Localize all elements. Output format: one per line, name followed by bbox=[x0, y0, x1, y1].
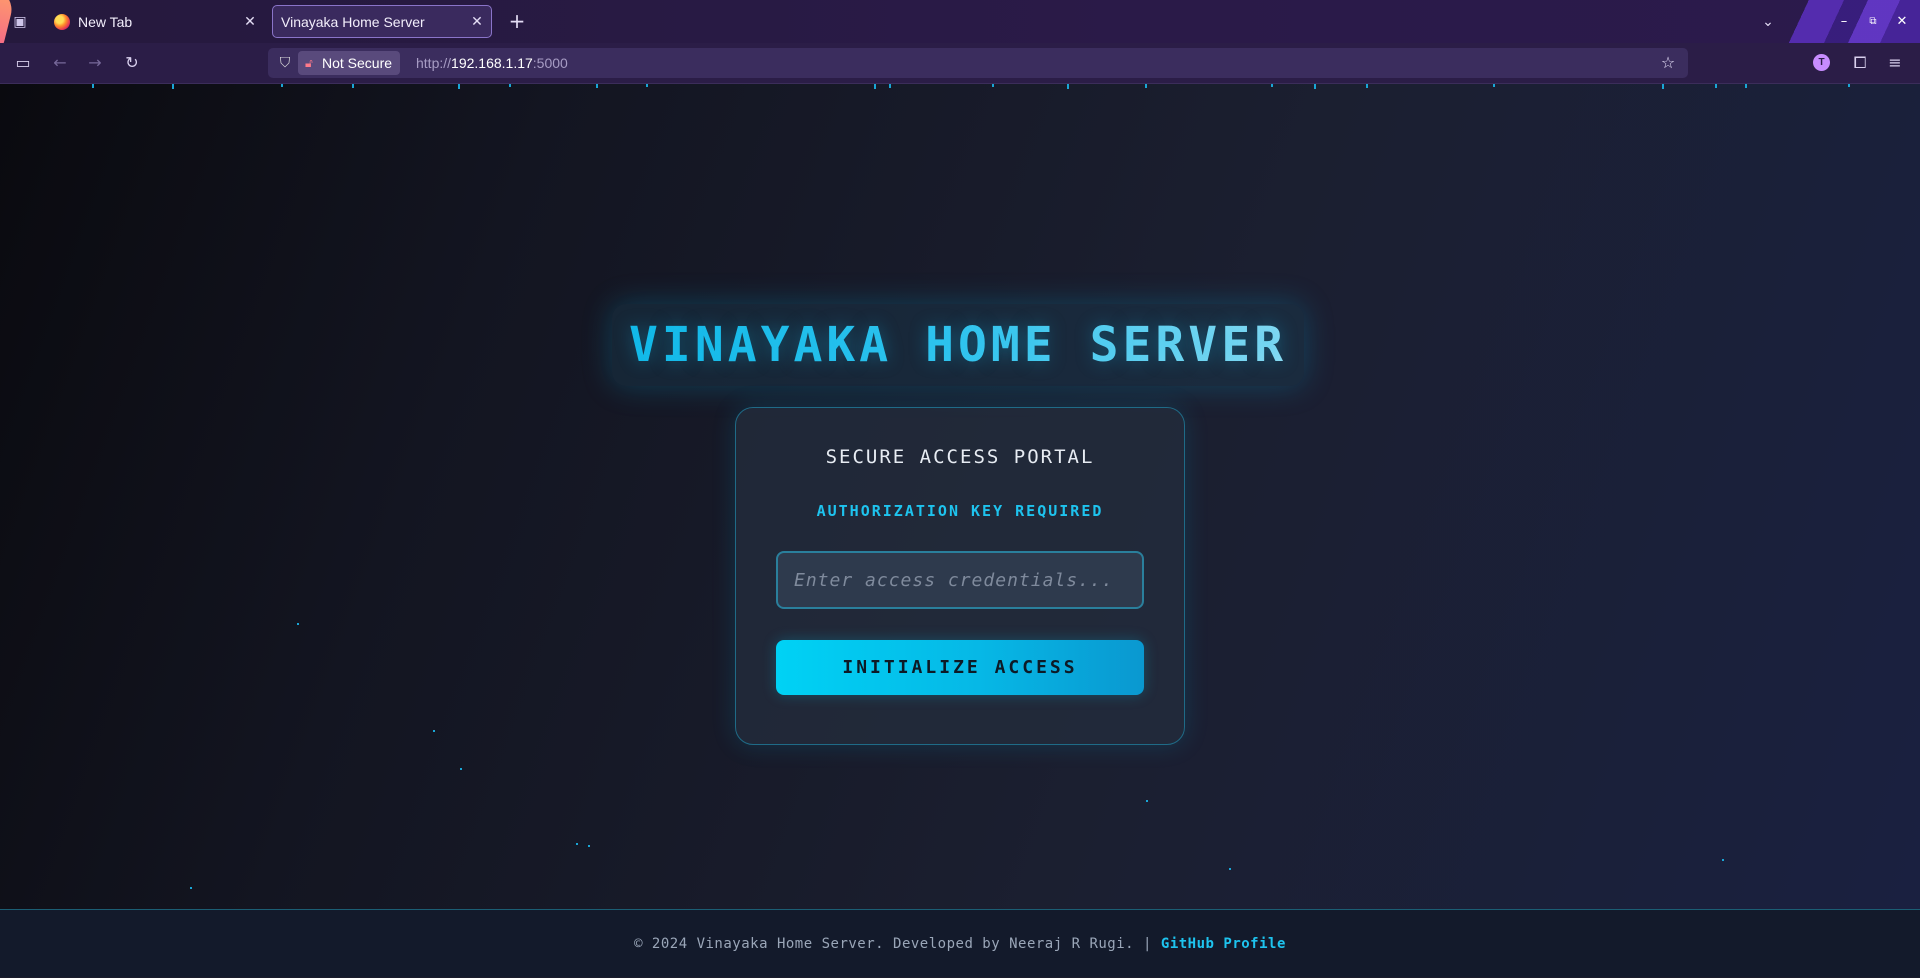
address-bar[interactable]: ⛉ 🔓︎ Not Secure http://192.168.1.17:5000… bbox=[268, 48, 1688, 78]
forward-arrow-icon[interactable]: → bbox=[83, 51, 107, 75]
close-tab-icon[interactable]: ✕ bbox=[463, 13, 491, 30]
url-port: :5000 bbox=[532, 55, 568, 71]
footer: © 2024 Vinayaka Home Server. Developed b… bbox=[0, 909, 1920, 977]
url-text[interactable]: http://192.168.1.17:5000 bbox=[416, 48, 568, 78]
insecure-lock-icon: 🔓︎ bbox=[305, 56, 313, 70]
back-arrow-icon[interactable]: ← bbox=[48, 51, 72, 75]
github-profile-link[interactable]: GitHub Profile bbox=[1161, 936, 1286, 952]
tab-vinayaka-home-server[interactable]: Vinayaka Home Server ✕ bbox=[272, 5, 492, 38]
portal-title: SECURE ACCESS PORTAL bbox=[825, 446, 1095, 468]
page-title: VINAYAKA HOME SERVER bbox=[612, 304, 1304, 386]
sidebar-toggle-icon[interactable]: ▭ bbox=[11, 51, 35, 75]
credentials-input[interactable] bbox=[776, 551, 1144, 609]
tab-title: Vinayaka Home Server bbox=[281, 13, 425, 30]
tab-title: New Tab bbox=[78, 13, 133, 30]
not-secure-badge[interactable]: 🔓︎ Not Secure bbox=[298, 51, 401, 75]
auth-label: AUTHORIZATION KEY REQUIRED bbox=[816, 502, 1104, 520]
chevron-down-icon[interactable]: ⌄ bbox=[1756, 10, 1780, 34]
tab-new-tab[interactable]: New Tab ✕ bbox=[46, 5, 264, 38]
initialize-access-button[interactable]: INITIALIZE ACCESS bbox=[776, 640, 1144, 695]
browser-tab-bar: ▣ New Tab ✕ Vinayaka Home Server ✕ + ⌄ –… bbox=[0, 0, 1920, 43]
close-window-icon[interactable]: ✕ bbox=[1890, 10, 1914, 34]
browser-nav-bar: ▭ ← → ↻ ⛉ 🔓︎ Not Secure http://192.168.1… bbox=[0, 43, 1920, 84]
access-card: SECURE ACCESS PORTAL AUTHORIZATION KEY R… bbox=[735, 407, 1185, 745]
menu-hamburger-icon[interactable]: ≡ bbox=[1883, 51, 1907, 75]
footer-copyright: © 2024 Vinayaka Home Server. Developed b… bbox=[634, 936, 1152, 952]
close-tab-icon[interactable]: ✕ bbox=[236, 13, 264, 30]
new-tab-button[interactable]: + bbox=[505, 9, 529, 33]
tab-list-icon[interactable]: ▣ bbox=[10, 12, 30, 32]
page-title-text: VINAYAKA HOME SERVER bbox=[629, 317, 1287, 373]
extensions-puzzle-icon[interactable]: ⧠ bbox=[1848, 51, 1872, 75]
restore-icon[interactable]: ⧉ bbox=[1861, 10, 1885, 34]
profile-avatar[interactable]: T bbox=[1813, 54, 1830, 71]
url-scheme: http:// bbox=[416, 55, 452, 71]
page-content: VINAYAKA HOME SERVER SECURE ACCESS PORTA… bbox=[0, 84, 1920, 909]
firefox-icon bbox=[54, 13, 70, 30]
url-host: 192.168.1.17 bbox=[451, 55, 533, 71]
minimize-icon[interactable]: – bbox=[1832, 10, 1856, 34]
shield-icon[interactable]: ⛉ bbox=[274, 52, 296, 74]
reload-icon[interactable]: ↻ bbox=[120, 51, 144, 75]
security-label: Not Secure bbox=[322, 55, 393, 71]
bookmark-star-icon[interactable]: ☆ bbox=[1656, 51, 1680, 75]
